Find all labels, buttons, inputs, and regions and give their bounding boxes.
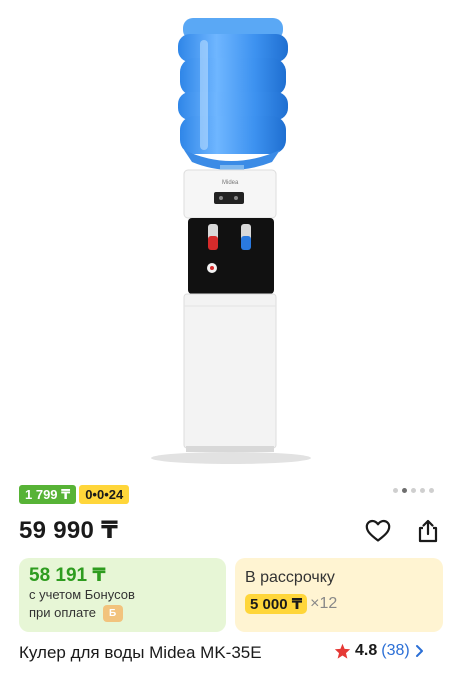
product-title: Кулер для воды Midea MK-35E — [19, 643, 262, 662]
credit-price-badge: 1 799 ₸ — [19, 485, 77, 504]
chevron-right-icon — [415, 645, 423, 657]
bonus-line1: с учетом Бонусов — [29, 587, 135, 602]
star-icon — [334, 643, 351, 659]
installment-title: В рассрочку — [245, 569, 335, 586]
bonus-line2: при оплате — [29, 605, 96, 620]
svg-text:Midea: Midea — [222, 180, 239, 186]
share-button[interactable] — [413, 516, 443, 546]
gallery-dot[interactable] — [393, 488, 398, 493]
bonus-icon: Б — [102, 605, 123, 623]
rating-value: 4.8 — [355, 642, 378, 659]
gallery-dot[interactable] — [420, 488, 425, 493]
gallery-pagination[interactable] — [393, 488, 434, 493]
bonus-price: 58 191 ₸ — [29, 565, 106, 586]
heart-icon — [365, 519, 391, 542]
installment-amount: 5 000 ₸ — [245, 594, 308, 614]
product-price: 59 990 ₸ — [19, 517, 119, 544]
gallery-dot[interactable] — [429, 488, 434, 493]
installment-badge: 0•0•24 — [79, 485, 130, 504]
product-image[interactable]: Midea — [0, 0, 463, 478]
rating-link[interactable]: 4.8 (38) — [334, 642, 426, 660]
gallery-dot-active[interactable] — [402, 488, 407, 493]
share-icon — [418, 519, 438, 543]
water-cooler-illustration: Midea — [151, 18, 311, 464]
reviews-count[interactable]: (38) — [381, 642, 409, 660]
favorite-button[interactable] — [363, 516, 393, 546]
installment-months: ×12 — [310, 595, 338, 612]
installment-card[interactable]: В рассрочку 5 000 ₸ ×12 — [235, 558, 443, 632]
bonus-price-card[interactable]: 58 191 ₸ с учетом Бонусов при оплате Б — [19, 558, 226, 632]
price-badges: 1 799 ₸ 0•0•24 — [19, 485, 130, 504]
gallery-dot[interactable] — [411, 488, 416, 493]
